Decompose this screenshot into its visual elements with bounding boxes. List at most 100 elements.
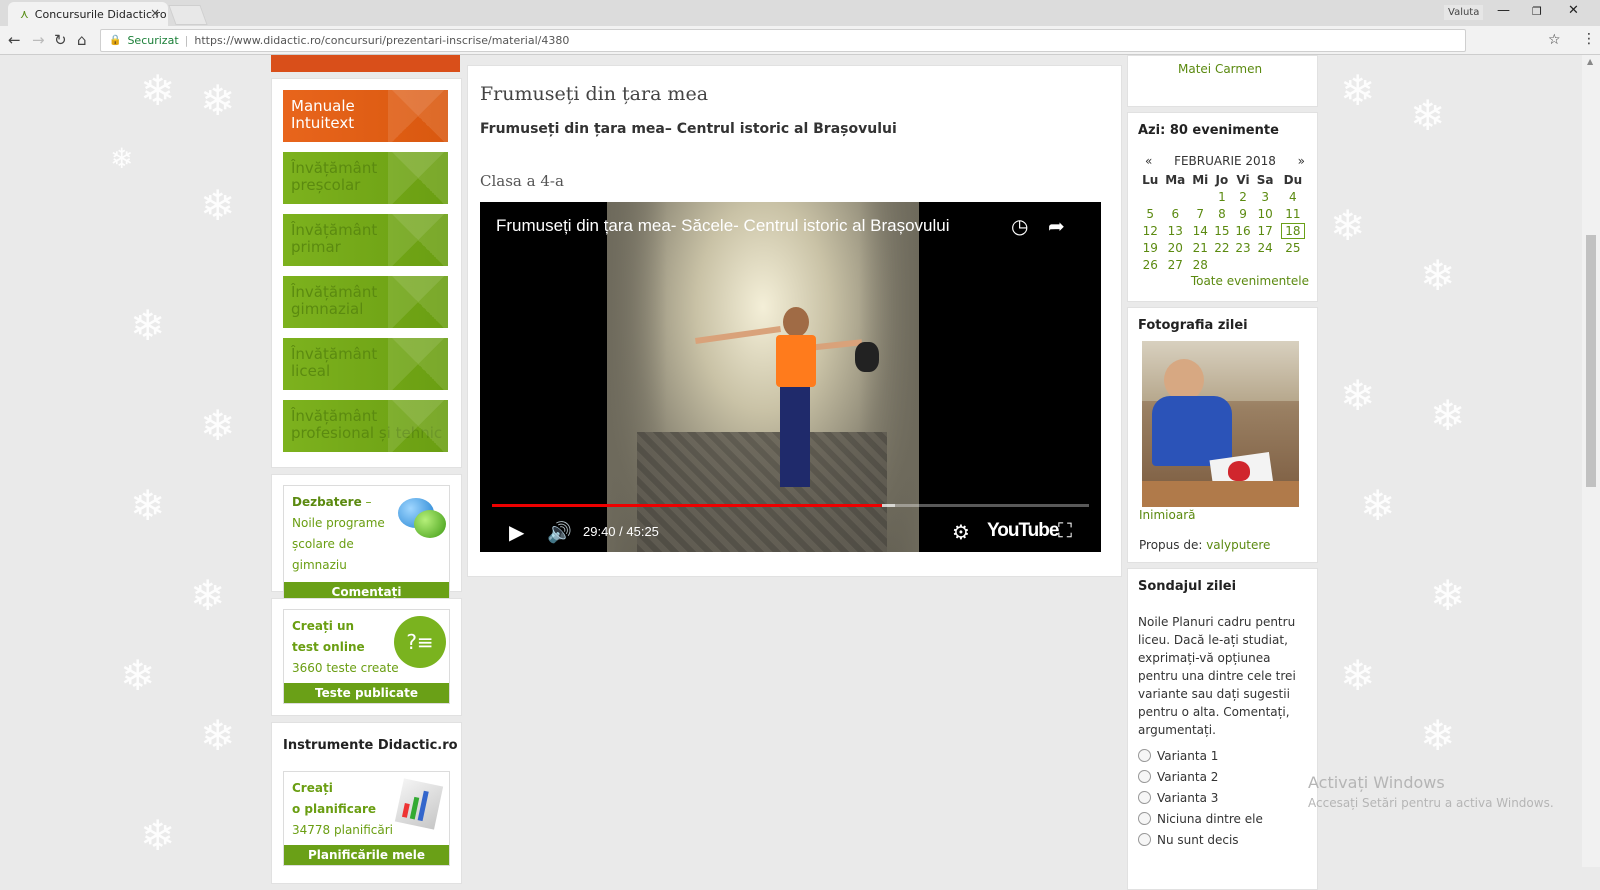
left-menu-item[interactable]: Învățământ profesional și tehnic — [283, 400, 448, 452]
calendar-day — [1189, 188, 1211, 205]
left-menu-item[interactable]: Manuale Intuitext — [283, 90, 448, 142]
volume-icon[interactable]: 🔊 — [547, 520, 572, 544]
calendar-day[interactable]: 9 — [1232, 205, 1253, 222]
calendar-day[interactable]: 5 — [1139, 205, 1161, 222]
fullscreen-icon[interactable]: ⛶ — [1058, 518, 1072, 542]
photo-of-the-day[interactable] — [1142, 341, 1299, 507]
video-progress-bar[interactable] — [492, 504, 1089, 507]
share-icon[interactable]: ➦ — [1048, 214, 1065, 238]
calendar-day[interactable]: 11 — [1277, 205, 1309, 222]
url-input[interactable]: 🔒 Securizat | https://www.didactic.ro/co… — [100, 29, 1466, 52]
calendar-day[interactable]: 28 — [1189, 256, 1211, 273]
chevron-right-icon — [388, 214, 448, 266]
snowflake-icon: ❄ — [1340, 66, 1376, 115]
back-icon[interactable]: ← — [8, 31, 21, 49]
radio-button-icon[interactable] — [1138, 812, 1151, 825]
left-menu-item[interactable]: Învățământ preșcolar — [283, 152, 448, 204]
restore-icon[interactable]: ❐ — [1532, 5, 1542, 18]
tab-close-icon[interactable]: × — [150, 6, 160, 20]
poll-option[interactable]: Niciuna dintre ele — [1138, 808, 1308, 829]
calendar-day[interactable]: 12 — [1139, 222, 1161, 239]
radio-button-icon[interactable] — [1138, 749, 1151, 762]
photo-caption[interactable]: Inimioară — [1139, 508, 1195, 522]
video-frame — [607, 202, 919, 552]
calendar-day[interactable]: 17 — [1254, 222, 1277, 239]
author-box: Matei Carmen — [1127, 55, 1318, 107]
snowflake-icon: ❄ — [130, 481, 166, 530]
left-menu-item[interactable]: Învățământ liceal — [283, 338, 448, 390]
bookmark-star-icon[interactable]: ☆ — [1548, 32, 1561, 48]
debate-card[interactable]: Dezbatere – Noile programe școlare de gi… — [283, 485, 450, 603]
poll-option[interactable]: Varianta 1 — [1138, 745, 1308, 766]
calendar-day[interactable]: 21 — [1189, 239, 1211, 256]
youtube-logo[interactable]: YouTube — [987, 520, 1059, 542]
radio-button-icon[interactable] — [1138, 770, 1151, 783]
reload-icon[interactable]: ↻ — [54, 31, 67, 49]
calendar-day[interactable]: 23 — [1232, 239, 1253, 256]
window-close-icon[interactable]: ✕ — [1568, 3, 1579, 18]
photo-author-link[interactable]: valyputere — [1206, 538, 1270, 552]
scrollbar-thumb[interactable] — [1586, 235, 1596, 487]
calendar-day[interactable]: 10 — [1254, 205, 1277, 222]
play-icon[interactable]: ▶ — [509, 520, 524, 544]
poll-option[interactable]: Varianta 3 — [1138, 787, 1308, 808]
page-scrollbar[interactable]: ▲ — [1582, 55, 1600, 867]
calendar-day[interactable]: 4 — [1277, 188, 1309, 205]
minimize-icon[interactable]: — — [1497, 3, 1510, 18]
calendar-day[interactable]: 20 — [1161, 239, 1189, 256]
planning-card[interactable]: Creați o planificare 34778 planificări Pla… — [283, 771, 450, 866]
calendar-day[interactable]: 1 — [1211, 188, 1232, 205]
calendar-next-icon[interactable]: » — [1298, 154, 1305, 171]
scroll-up-icon[interactable]: ▲ — [1587, 57, 1593, 66]
calendar-day[interactable]: 6 — [1161, 205, 1189, 222]
snowflake-icon: ❄ — [130, 301, 166, 350]
menu-item-line1: Învățământ — [291, 407, 378, 425]
new-tab-button[interactable] — [168, 5, 208, 25]
calendar-day — [1161, 188, 1189, 205]
calendar-day[interactable]: 18 — [1277, 222, 1309, 239]
calendar-day[interactable]: 13 — [1161, 222, 1189, 239]
poll-option[interactable]: Nu sunt decis — [1138, 829, 1308, 850]
calendar-day[interactable]: 8 — [1211, 205, 1232, 222]
calendar-day[interactable]: 19 — [1139, 239, 1161, 256]
tests-card[interactable]: Creați un test online 3660 teste create Te… — [283, 609, 450, 704]
events-title: Azi: 80 evenimente — [1138, 123, 1279, 138]
snowflake-icon: ❄ — [1410, 91, 1446, 140]
forward-icon[interactable]: → — [32, 31, 45, 49]
calendar-day[interactable]: 3 — [1254, 188, 1277, 205]
menu-item-line2: preșcolar — [291, 176, 361, 194]
browser-tab[interactable]: ⋏ Concursurile Didactic.ro × — [8, 2, 168, 26]
photo-title: Fotografia zilei — [1138, 318, 1248, 333]
browser-menu-icon[interactable]: ⋮ — [1582, 31, 1596, 47]
author-name[interactable]: Matei Carmen — [1178, 62, 1262, 76]
calendar-day[interactable]: 14 — [1189, 222, 1211, 239]
watch-later-icon[interactable]: ◷ — [1011, 214, 1028, 238]
calendar-day[interactable]: 25 — [1277, 239, 1309, 256]
left-menu-item[interactable]: Învățământ gimnazial — [283, 276, 448, 328]
snowflake-icon: ❄ — [1340, 371, 1376, 420]
calendar-prev-icon[interactable]: « — [1145, 154, 1152, 171]
settings-gear-icon[interactable]: ⚙ — [952, 520, 970, 544]
calendar-day[interactable]: 24 — [1254, 239, 1277, 256]
video-title[interactable]: Frumuseți din țara mea- Săcele- Centrul … — [496, 216, 950, 236]
calendar-day-header: Vi — [1236, 172, 1250, 187]
calendar-day[interactable]: 22 — [1211, 239, 1232, 256]
video-player[interactable]: Frumuseți din țara mea- Săcele- Centrul … — [480, 202, 1101, 552]
profile-button[interactable]: Valuta — [1444, 5, 1484, 20]
home-icon[interactable]: ⌂ — [77, 31, 87, 49]
calendar-day[interactable]: 15 — [1211, 222, 1232, 239]
poll-option[interactable]: Varianta 2 — [1138, 766, 1308, 787]
radio-button-icon[interactable] — [1138, 833, 1151, 846]
calendar-day[interactable]: 27 — [1161, 256, 1189, 273]
my-plans-button[interactable]: Planificările mele — [284, 845, 449, 865]
chevron-right-icon — [388, 90, 448, 142]
calendar-day[interactable]: 7 — [1189, 205, 1211, 222]
calendar-day[interactable]: 16 — [1232, 222, 1253, 239]
radio-button-icon[interactable] — [1138, 791, 1151, 804]
all-events-link[interactable]: Toate evenimentele — [1139, 274, 1309, 288]
calendar-day[interactable]: 26 — [1139, 256, 1161, 273]
published-tests-button[interactable]: Teste publicate — [284, 683, 449, 703]
left-menu-item[interactable]: Învățământ primar — [283, 214, 448, 266]
calendar-day[interactable]: 2 — [1232, 188, 1253, 205]
calendar-day — [1254, 256, 1277, 273]
